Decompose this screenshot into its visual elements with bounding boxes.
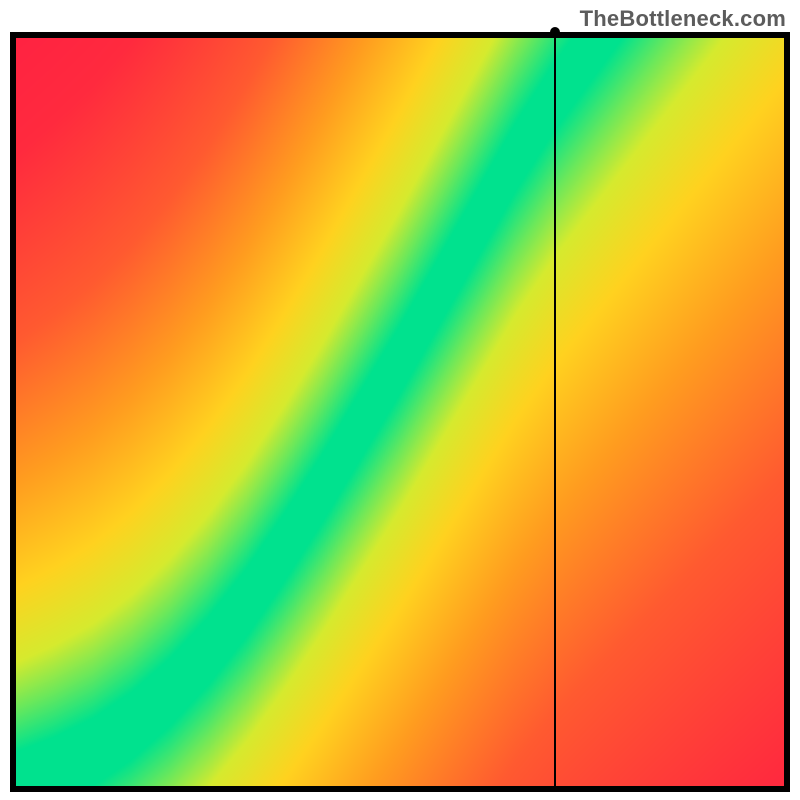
chart-container: TheBottleneck.com bbox=[0, 0, 800, 800]
plot-frame bbox=[10, 32, 790, 792]
guide-marker-dot bbox=[550, 27, 560, 37]
heatmap-canvas bbox=[16, 38, 784, 786]
watermark-text: TheBottleneck.com bbox=[580, 6, 786, 32]
